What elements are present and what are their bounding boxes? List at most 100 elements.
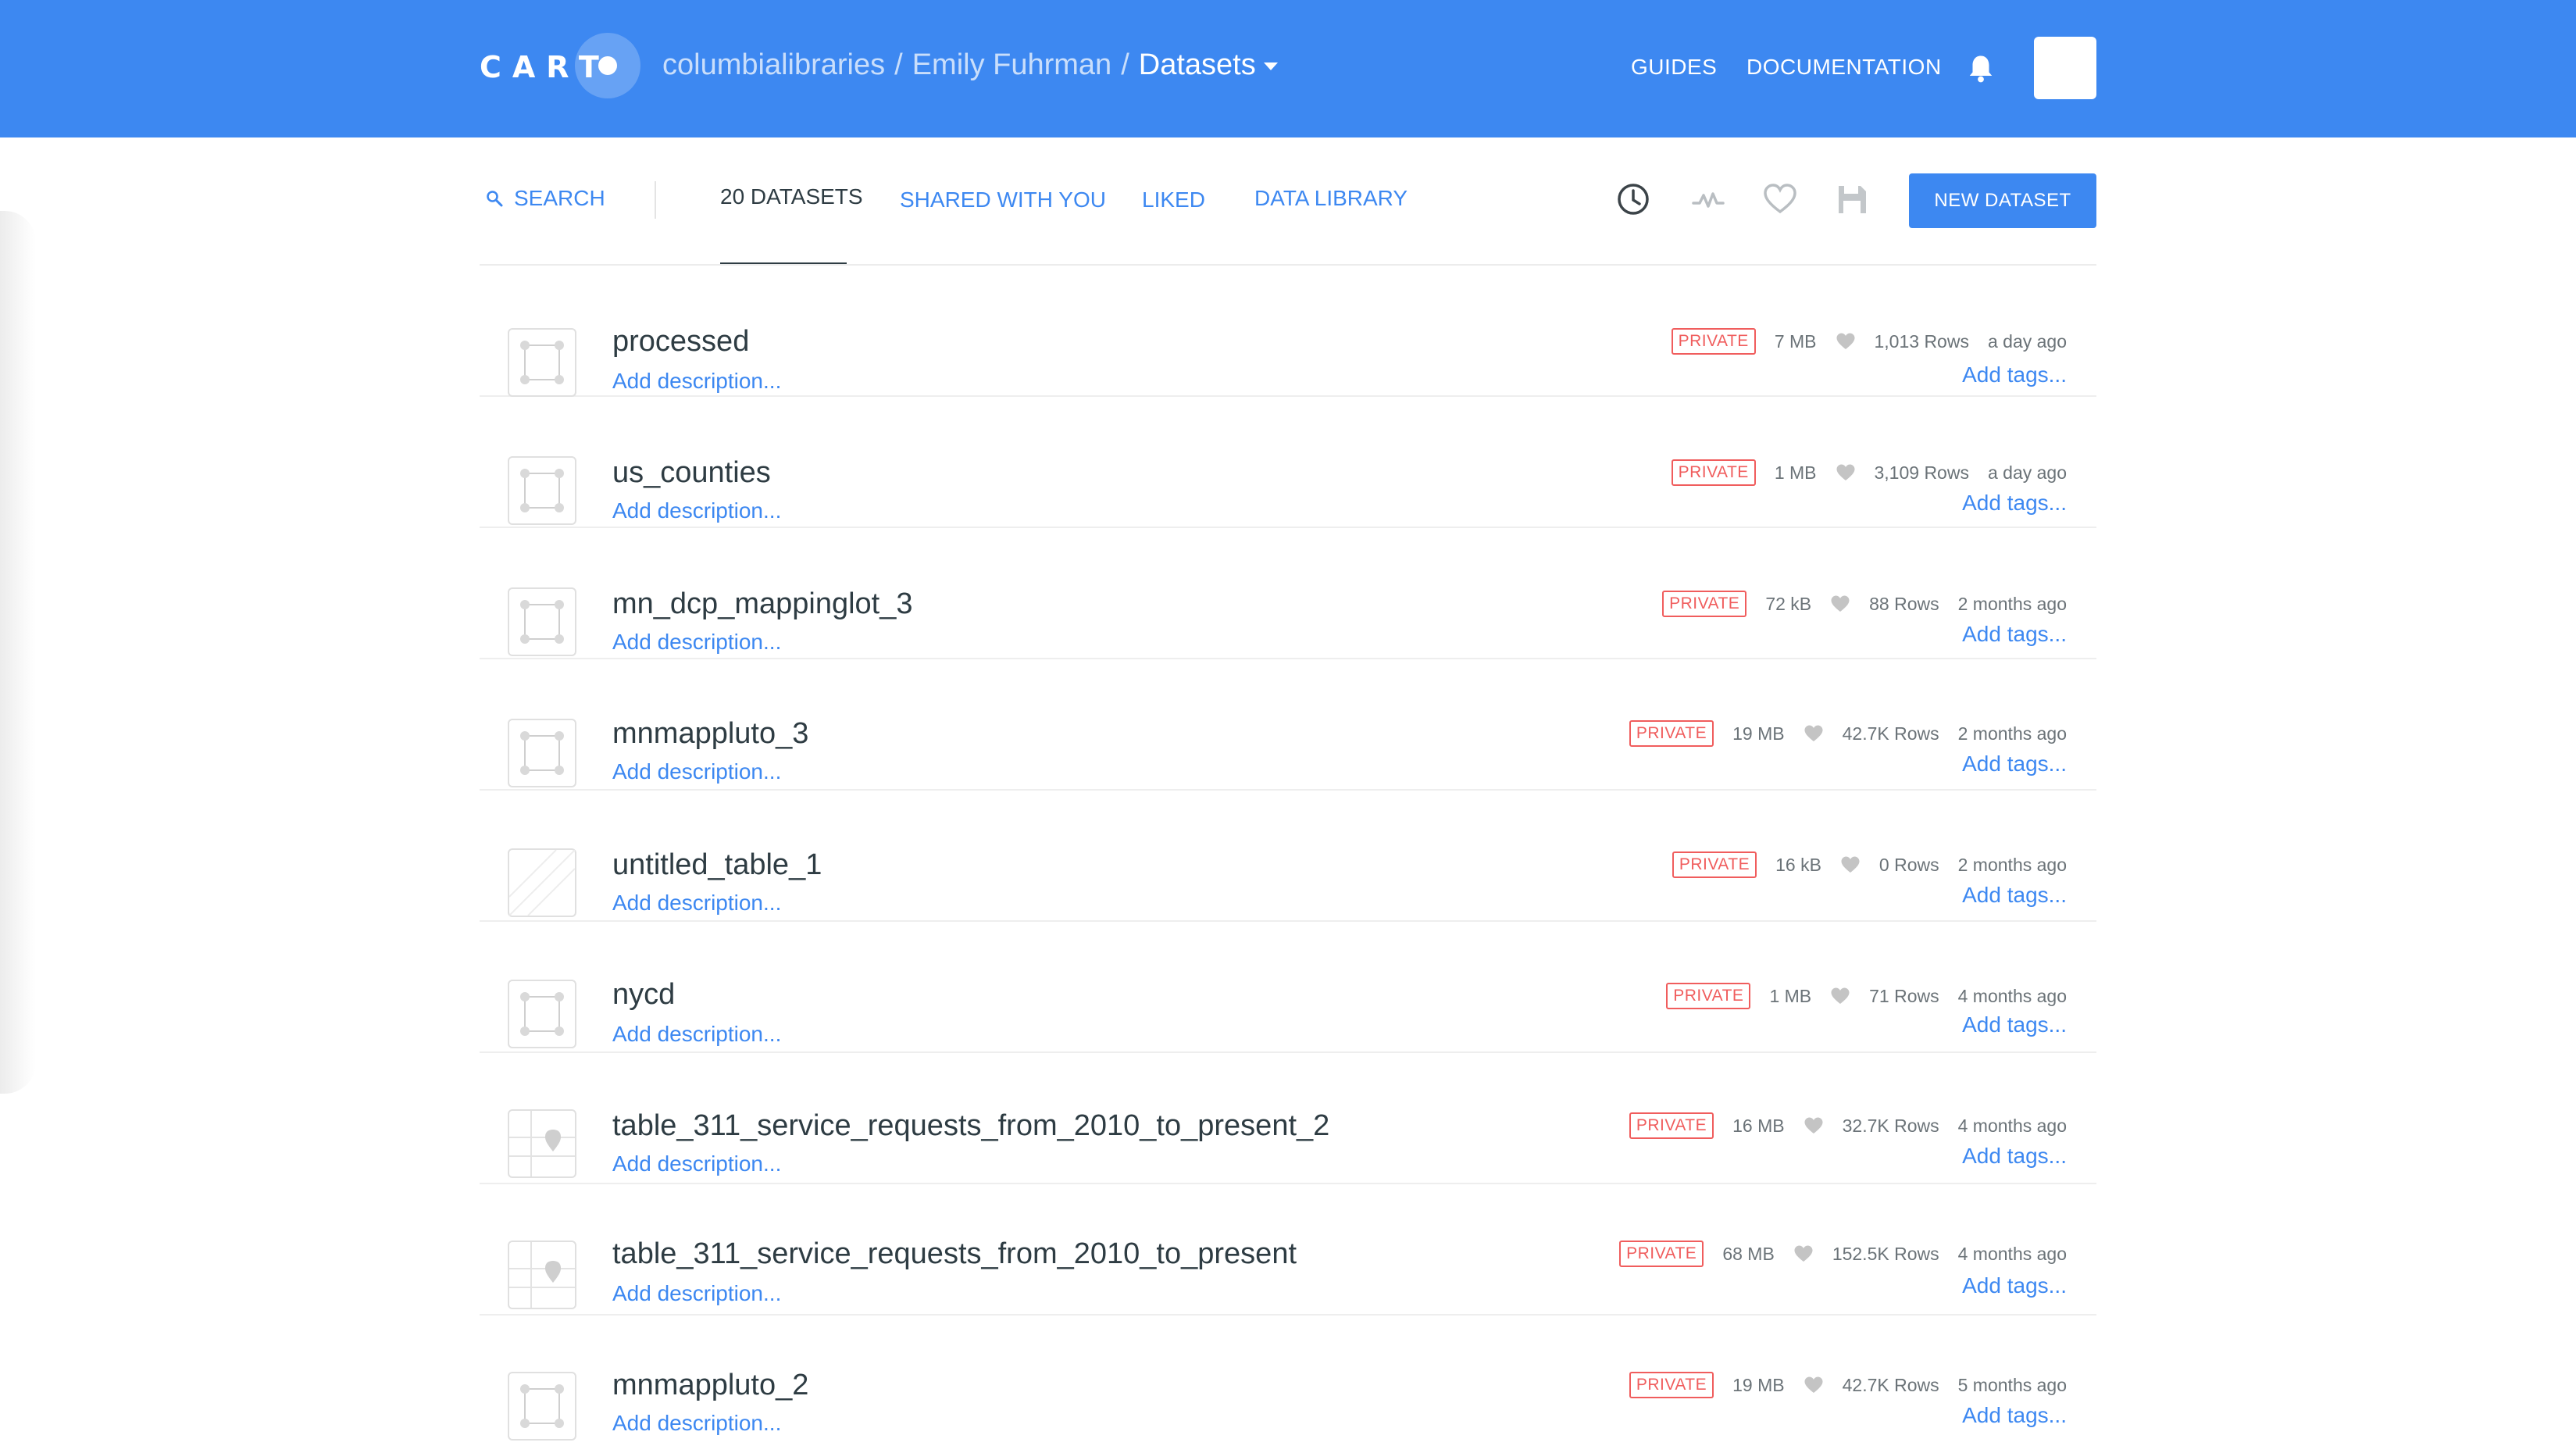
breadcrumb: columbialibraries / Emily Fuhrman / Datasets (662, 48, 1278, 82)
dataset-row[interactable]: mnmappluto_2 Add description... PRIVATE … (480, 1316, 2096, 1445)
dataset-size: 19 MB (1732, 1374, 1785, 1395)
search-button[interactable]: SEARCH (486, 186, 605, 211)
tab-liked[interactable]: LIKED (1142, 187, 1205, 212)
save-icon[interactable] (1832, 180, 1871, 219)
add-tags-link[interactable]: Add tags... (1962, 622, 2067, 647)
new-dataset-button[interactable]: NEW DATASET (1909, 173, 2096, 228)
logo-text: CART (480, 50, 610, 84)
add-description-link[interactable]: Add description... (612, 1281, 781, 1306)
add-tags-link[interactable]: Add tags... (1962, 491, 2067, 516)
dataset-name[interactable]: nycd (612, 978, 675, 1012)
dataset-row[interactable]: untitled_table_1 Add description... PRIV… (480, 791, 2096, 922)
add-tags-link[interactable]: Add tags... (1962, 1273, 2067, 1298)
dataset-size: 68 MB (1722, 1243, 1775, 1264)
tab-datasets[interactable]: 20 DATASETS (720, 184, 863, 209)
dataset-size: 16 MB (1732, 1115, 1785, 1136)
empty-thumbnail-icon (508, 848, 576, 917)
polygon-thumbnail-icon (508, 980, 576, 1048)
tab-data-library[interactable]: DATA LIBRARY (1254, 186, 1408, 211)
breadcrumb-org[interactable]: columbialibraries (662, 48, 885, 81)
dataset-size: 1 MB (1769, 985, 1812, 1006)
dataset-row[interactable]: table_311_service_requests_from_2010_to_… (480, 1184, 2096, 1316)
breadcrumb-current[interactable]: Datasets (1139, 48, 1256, 81)
privacy-badge[interactable]: PRIVATE (1629, 1372, 1714, 1398)
chevron-down-icon[interactable] (1263, 62, 1278, 70)
dataset-row[interactable]: processed Add description... PRIVATE 7 M… (480, 266, 2096, 397)
privacy-badge[interactable]: PRIVATE (1666, 983, 1751, 1009)
like-heart-icon[interactable] (1836, 332, 1856, 351)
dataset-row[interactable]: table_311_service_requests_from_2010_to_… (480, 1053, 2096, 1184)
tab-shared-with-you[interactable]: SHARED WITH YOU (900, 187, 1106, 212)
dataset-updated: 2 months ago (1957, 854, 2067, 875)
polygon-thumbnail-icon (508, 456, 576, 525)
add-tags-link[interactable]: Add tags... (1962, 1144, 2067, 1169)
bell-icon[interactable] (1967, 53, 1995, 84)
dataset-name[interactable]: us_counties (612, 456, 771, 490)
dataset-row[interactable]: nycd Add description... PRIVATE 1 MB 71 … (480, 922, 2096, 1053)
polygon-thumbnail-icon (508, 1372, 576, 1441)
privacy-badge[interactable]: PRIVATE (1619, 1241, 1704, 1267)
toolbar-divider (655, 181, 656, 219)
like-heart-icon[interactable] (1840, 855, 1861, 874)
dataset-name[interactable]: untitled_table_1 (612, 848, 822, 882)
privacy-badge[interactable]: PRIVATE (1671, 459, 1756, 486)
add-tags-link[interactable]: Add tags... (1962, 751, 2067, 776)
documentation-link[interactable]: DOCUMENTATION (1746, 55, 1942, 80)
dataset-rows: 1,013 Rows (1874, 330, 1969, 352)
add-description-link[interactable]: Add description... (612, 1022, 781, 1047)
add-description-link[interactable]: Add description... (612, 498, 781, 523)
dataset-row[interactable]: mnmappluto_3 Add description... PRIVATE … (480, 659, 2096, 791)
dataset-name[interactable]: mn_dcp_mappinglot_3 (612, 587, 913, 621)
privacy-badge[interactable]: PRIVATE (1662, 591, 1747, 617)
heart-icon[interactable] (1761, 180, 1800, 219)
dataset-updated: a day ago (1987, 330, 2067, 352)
carto-logo[interactable]: CART (480, 33, 640, 100)
activity-icon[interactable] (1689, 180, 1728, 219)
add-description-link[interactable]: Add description... (612, 759, 781, 784)
add-description-link[interactable]: Add description... (612, 369, 781, 394)
like-heart-icon[interactable] (1830, 594, 1850, 613)
dataset-updated: 2 months ago (1957, 723, 2067, 744)
add-tags-link[interactable]: Add tags... (1962, 883, 2067, 908)
add-description-link[interactable]: Add description... (612, 1151, 781, 1176)
dataset-row[interactable]: mn_dcp_mappinglot_3 Add description... P… (480, 528, 2096, 659)
like-heart-icon[interactable] (1836, 463, 1856, 482)
add-description-link[interactable]: Add description... (612, 1411, 781, 1436)
dataset-updated: 4 months ago (1957, 985, 2067, 1006)
like-heart-icon[interactable] (1804, 1376, 1824, 1394)
dataset-name[interactable]: mnmappluto_3 (612, 717, 808, 751)
add-description-link[interactable]: Add description... (612, 891, 781, 916)
like-heart-icon[interactable] (1804, 724, 1824, 743)
dataset-name[interactable]: table_311_service_requests_from_2010_to_… (612, 1237, 1297, 1271)
dataset-rows: 152.5K Rows (1832, 1243, 1939, 1264)
dataset-name[interactable]: table_311_service_requests_from_2010_to_… (612, 1109, 1329, 1143)
dataset-row[interactable]: us_counties Add description... PRIVATE 1… (480, 397, 2096, 528)
add-tags-link[interactable]: Add tags... (1962, 1012, 2067, 1037)
point-thumbnail-icon (508, 1109, 576, 1178)
privacy-badge[interactable]: PRIVATE (1671, 328, 1756, 355)
guides-link[interactable]: GUIDES (1631, 55, 1717, 80)
dataset-size: 19 MB (1732, 723, 1785, 744)
privacy-badge[interactable]: PRIVATE (1629, 720, 1714, 747)
like-heart-icon[interactable] (1793, 1244, 1814, 1263)
dataset-meta: PRIVATE 16 kB 0 Rows 2 months ago (1672, 851, 2067, 878)
like-heart-icon[interactable] (1804, 1116, 1824, 1135)
avatar[interactable] (2034, 37, 2096, 99)
dataset-rows: 0 Rows (1878, 854, 1939, 875)
clock-icon[interactable] (1614, 180, 1653, 219)
dataset-meta: PRIVATE 1 MB 3,109 Rows a day ago (1671, 459, 2067, 486)
dataset-rows: 3,109 Rows (1874, 462, 1969, 483)
dataset-updated: a day ago (1987, 462, 2067, 483)
add-tags-link[interactable]: Add tags... (1962, 362, 2067, 387)
like-heart-icon[interactable] (1830, 987, 1850, 1005)
dataset-meta: PRIVATE 72 kB 88 Rows 2 months ago (1662, 591, 2067, 617)
add-description-link[interactable]: Add description... (612, 630, 781, 655)
dataset-name[interactable]: processed (612, 325, 749, 359)
add-tags-link[interactable]: Add tags... (1962, 1403, 2067, 1428)
privacy-badge[interactable]: PRIVATE (1629, 1112, 1714, 1139)
polygon-thumbnail-icon (508, 587, 576, 656)
privacy-badge[interactable]: PRIVATE (1672, 851, 1757, 878)
dataset-updated: 4 months ago (1957, 1115, 2067, 1136)
breadcrumb-user[interactable]: Emily Fuhrman (912, 48, 1112, 81)
dataset-name[interactable]: mnmappluto_2 (612, 1369, 808, 1402)
